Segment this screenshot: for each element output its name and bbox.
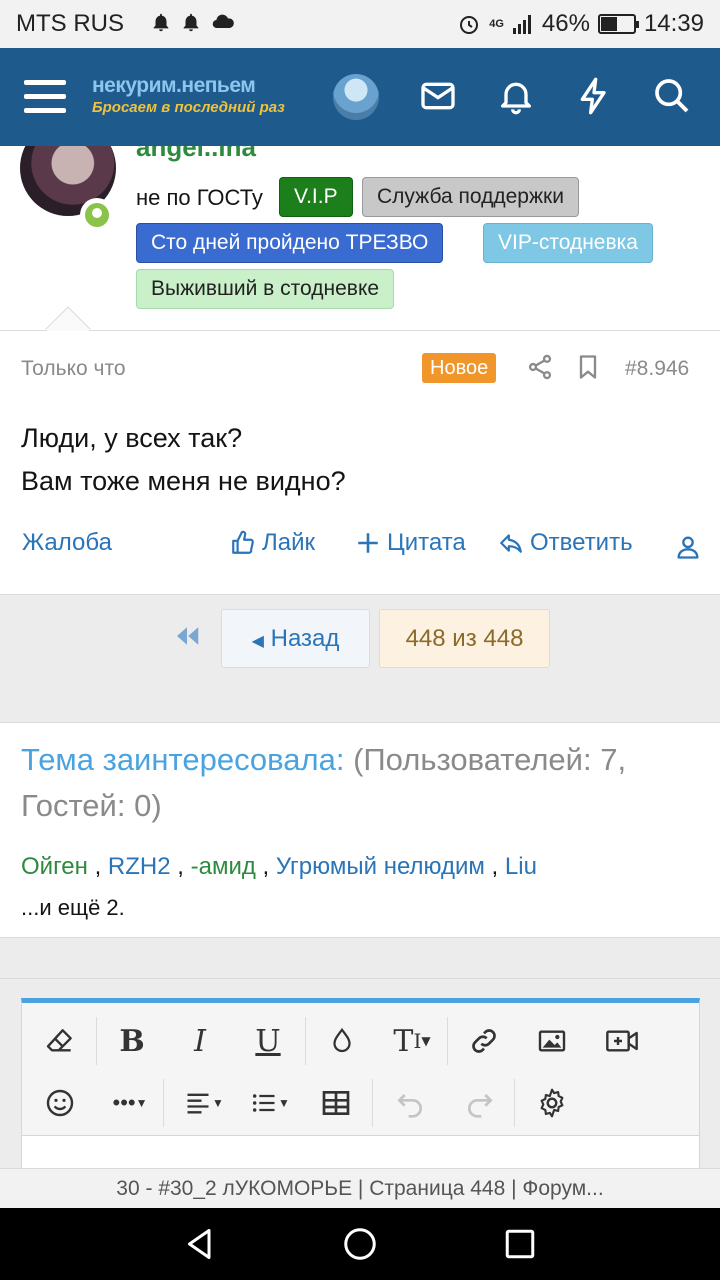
toolbar-separator (96, 1017, 97, 1065)
user-link[interactable]: -амид (191, 853, 256, 880)
lightning-icon[interactable] (574, 76, 614, 116)
recents-icon[interactable] (502, 1226, 538, 1262)
like-label: Лайк (262, 529, 316, 556)
account-avatar[interactable] (333, 74, 379, 120)
app-header: некурим.непьем Бросаем в последний раз (0, 48, 720, 146)
post-number[interactable]: #8.946 (625, 357, 689, 381)
color-drop-icon[interactable] (322, 1021, 362, 1061)
eraser-icon[interactable] (40, 1021, 80, 1061)
cloud-icon (212, 14, 234, 29)
battery-icon (597, 14, 639, 34)
reply-icon (500, 534, 522, 553)
network-type: 4G (489, 18, 504, 30)
italic-icon[interactable]: I (180, 1021, 220, 1061)
post-body: Люди, у всех так? Вам тоже меня не видно… (21, 417, 346, 503)
gear-icon[interactable] (532, 1083, 572, 1123)
bell-icon (153, 13, 169, 32)
badge-survivor: Выживший в стодневке (136, 269, 395, 309)
undo-icon[interactable] (390, 1083, 430, 1123)
underline-icon[interactable]: U (248, 1021, 288, 1061)
align-icon[interactable]: ▼ (176, 1083, 232, 1123)
site-logo[interactable]: некурим.непьем Бросаем в последний раз (92, 74, 285, 116)
reply-label: Ответить (530, 529, 633, 556)
reply-button[interactable]: Ответить (498, 529, 633, 557)
search-icon[interactable] (652, 76, 692, 116)
page-title: 30 - #30_2 лУКОМОРЬЕ | Страница 448 | Фо… (0, 1168, 720, 1208)
new-badge: Новое (422, 353, 497, 383)
interested-users: Ойген , RZH2 , -амид , Угрюмый нелюдим ,… (21, 853, 537, 880)
post-line: Вам тоже меня не видно? (21, 466, 346, 496)
font-size-icon[interactable]: T I ▼ (382, 1021, 442, 1061)
menu-icon[interactable] (24, 80, 66, 114)
carrier-name: MTS RUS (16, 10, 124, 37)
battery-percent: 46% (541, 10, 590, 37)
user-title: не по ГОСТу (136, 185, 263, 210)
thumbs-up-icon (232, 530, 254, 554)
back-icon[interactable] (182, 1226, 218, 1262)
interested-label: Тема заинтересовала: (21, 742, 345, 777)
badge-vip: V.I.P (279, 177, 353, 217)
clock: 14:39 (643, 10, 704, 37)
quote-button[interactable]: Цитата (355, 529, 466, 557)
user-link[interactable]: Угрюмый нелюдим (276, 853, 485, 880)
bell-icon[interactable] (496, 76, 536, 116)
status-right: 4G 46% 14:39 (457, 10, 704, 38)
user-icon[interactable] (674, 533, 702, 561)
link-icon[interactable] (464, 1021, 504, 1061)
prev-label: Назад (270, 625, 340, 652)
like-button[interactable]: Лайк (230, 529, 315, 557)
post-card: angel..ina не по ГОСТу V.I.P Служба подд… (0, 146, 720, 594)
toolbar-separator (447, 1017, 448, 1065)
logo-tagline: Бросаем в последний раз (92, 99, 285, 116)
emoji-icon[interactable] (40, 1083, 80, 1123)
quote-label: Цитата (387, 529, 466, 556)
user-link[interactable]: RZH2 (108, 853, 171, 880)
status-bar: MTS RUS 4G 46% 14:39 (0, 0, 720, 48)
bell-icon (183, 13, 199, 32)
interested-block: Тема заинтересовала: (Пользователей: 7, … (0, 722, 720, 938)
prev-page-button[interactable]: ◀ Назад (221, 609, 370, 668)
system-nav-bar (0, 1208, 720, 1280)
home-icon[interactable] (342, 1226, 378, 1262)
toolbar-separator (372, 1079, 373, 1127)
user-link[interactable]: Ойген (21, 853, 88, 880)
online-status-icon (80, 198, 114, 232)
report-button[interactable]: Жалоба (22, 529, 112, 557)
post-line: Люди, у всех так? (21, 423, 243, 453)
first-page-icon[interactable] (172, 621, 202, 651)
toolbar-separator (514, 1079, 515, 1127)
post-time[interactable]: Только что (21, 357, 126, 381)
toolbar-separator (305, 1017, 306, 1065)
badge-vip-stodnevka: VIP-стодневка (483, 223, 653, 263)
current-page[interactable]: 448 из 448 (379, 609, 550, 668)
bold-icon[interactable]: B (112, 1021, 152, 1061)
logo-title: некурим.непьем (92, 74, 256, 97)
alarm-icon (460, 16, 479, 34)
user-link[interactable]: Liu (505, 853, 537, 880)
reply-editor-area: B I U T I ▼ ••• ▼ ▼ ▼ (0, 938, 720, 1215)
post-content: Только что Новое #8.946 Люди, у всех так… (0, 331, 720, 593)
badge-support: Служба поддержки (362, 177, 579, 217)
interested-heading: Тема заинтересовала: (Пользователей: 7, … (21, 737, 701, 829)
signal-icon (512, 15, 531, 34)
image-icon[interactable] (532, 1021, 572, 1061)
bookmark-icon[interactable] (574, 353, 602, 381)
caret-left-icon: ◀ (251, 633, 264, 650)
notification-icons (150, 10, 236, 34)
redo-icon[interactable] (460, 1083, 500, 1123)
more-options-icon[interactable]: ••• ▼ (102, 1083, 158, 1123)
share-icon[interactable] (526, 353, 554, 381)
section-divider (0, 978, 720, 979)
toolbar-separator (163, 1079, 164, 1127)
more-users[interactable]: ...и ещё 2. (21, 895, 125, 921)
video-icon[interactable] (602, 1021, 642, 1061)
report-label: Жалоба (22, 529, 112, 556)
table-icon[interactable] (316, 1083, 356, 1123)
plus-icon (358, 533, 378, 553)
post-username[interactable]: angel..ina (136, 146, 256, 163)
pagination: ◀ Назад 448 из 448 (0, 594, 720, 722)
list-icon[interactable]: ▼ (242, 1083, 298, 1123)
envelope-icon[interactable] (418, 76, 458, 116)
badge-hundred-days: Сто дней пройдено ТРЕЗВО (136, 223, 444, 263)
